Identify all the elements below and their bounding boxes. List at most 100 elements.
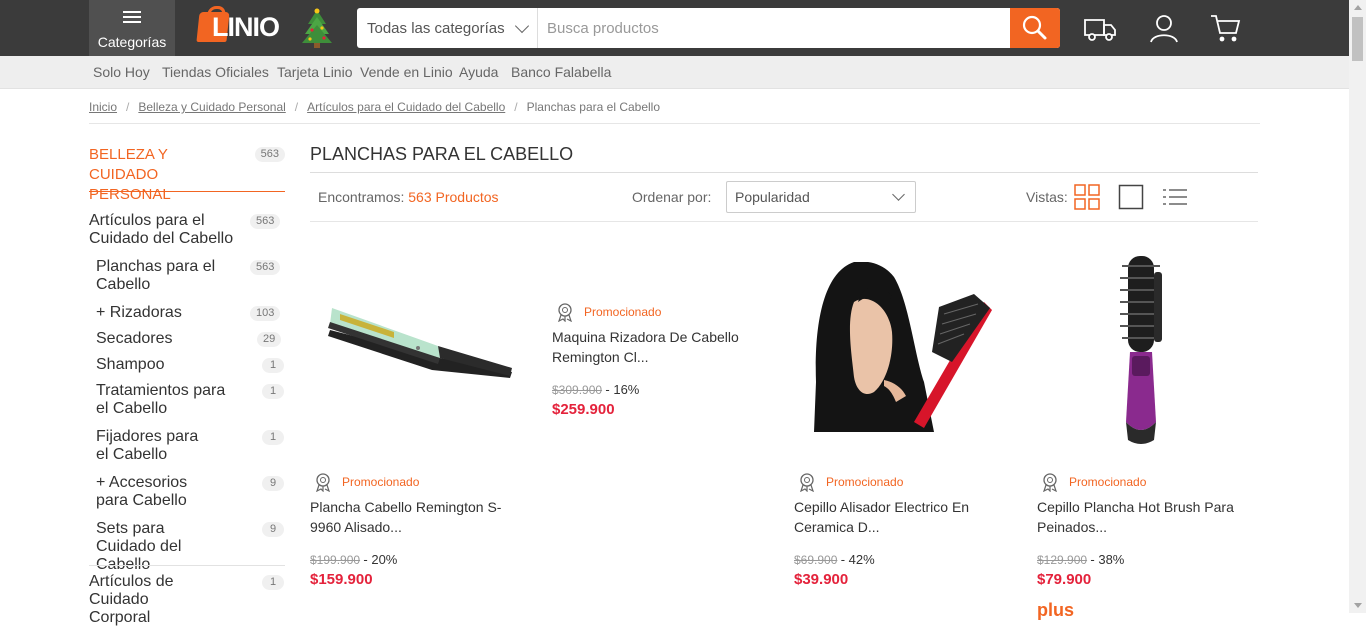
product-image-hair-straightener[interactable]: [322, 296, 518, 394]
sidebar-item-secadores[interactable]: Secadores: [96, 330, 236, 348]
medal-icon: [1043, 473, 1057, 492]
discount: - 38%: [1090, 552, 1125, 567]
count-badge: 1: [262, 358, 284, 373]
product-image-hot-brush[interactable]: [1110, 252, 1170, 446]
current-price: $39.900: [794, 571, 849, 588]
breadcrumb-current: Planchas para el Cabello: [526, 100, 661, 114]
logo-text: LINIO: [212, 12, 280, 42]
current-price: $259.900: [552, 401, 615, 418]
count-badge: 563: [254, 147, 285, 162]
current-price: $159.900: [310, 571, 373, 588]
search-button[interactable]: [1010, 8, 1060, 48]
count-badge: 29: [257, 332, 282, 347]
product-name[interactable]: Plancha Cabello Remington S-9960 Alisado…: [310, 497, 520, 537]
price-old-row: $129.900 - 38%: [1037, 552, 1124, 567]
cart-icon[interactable]: [1209, 12, 1243, 44]
results-number: 563 Productos: [408, 189, 499, 205]
nav-tiendas-oficiales[interactable]: Tiendas Oficiales: [162, 64, 269, 80]
list-view-icon[interactable]: [1161, 184, 1187, 210]
count-badge: 103: [250, 306, 281, 321]
count-badge: 1: [262, 575, 284, 590]
nav-solo-hoy[interactable]: Solo Hoy: [93, 64, 150, 80]
count-badge: 563: [250, 214, 281, 229]
results-count: Encontramos: 563 Productos: [318, 189, 499, 205]
count-badge: 1: [262, 430, 284, 445]
nav-tarjeta-linio[interactable]: Tarjeta Linio: [277, 64, 353, 80]
price-old-row: $309.900 - 16%: [552, 382, 639, 397]
divider: [310, 172, 1258, 173]
count-badge: 9: [262, 522, 284, 537]
results-prefix: Encontramos:: [318, 189, 405, 205]
count-badge: 1: [262, 384, 284, 399]
product-name[interactable]: Cepillo Plancha Hot Brush Para Peinados.…: [1037, 497, 1247, 537]
breadcrumb-belleza[interactable]: Belleza y Cuidado Personal: [138, 100, 285, 114]
sidebar-item-rizadoras[interactable]: + Rizadoras: [96, 304, 236, 322]
promoted-label: Promocionado: [826, 475, 904, 489]
count-badge: 9: [262, 476, 284, 491]
linio-logo[interactable]: LINIO: [196, 8, 292, 46]
scroll-down-arrow-icon[interactable]: [1354, 603, 1362, 608]
breadcrumb-cuidado-cabello[interactable]: Artículos para el Cuidado del Cabello: [307, 100, 505, 114]
secondary-nav: Solo Hoy Tiendas Oficiales Tarjeta Linio…: [0, 56, 1349, 89]
sidebar-item-fijadores[interactable]: Fijadores para el Cabello: [96, 428, 211, 464]
breadcrumb-separator: /: [126, 100, 130, 114]
nav-ayuda[interactable]: Ayuda: [459, 64, 498, 80]
top-header: Categorías LINIO Todas las categorías: [0, 0, 1349, 56]
search-icon: [1022, 15, 1047, 40]
views-label: Vistas:: [1026, 189, 1068, 205]
product-name[interactable]: Maquina Rizadora De Cabello Remington Cl…: [552, 327, 762, 367]
product-name[interactable]: Cepillo Alisador Electrico En Ceramica D…: [794, 497, 1004, 537]
divider: [310, 221, 1258, 222]
medal-icon: [316, 473, 330, 492]
category-select[interactable]: Todas las categorías: [357, 8, 538, 48]
categories-label: Categorías: [97, 34, 167, 50]
sidebar-item-shampoo[interactable]: Shampoo: [96, 356, 236, 374]
category-select-value: Todas las categorías: [367, 20, 505, 37]
sidebar-root-category[interactable]: BELLEZA Y CUIDADO PERSONAL 563: [89, 140, 285, 203]
discount: - 20%: [363, 552, 398, 567]
user-icon[interactable]: [1147, 12, 1181, 44]
promoted-label: Promocionado: [584, 305, 662, 319]
search-bar: Todas las categorías: [357, 8, 1060, 48]
old-price: $129.900: [1037, 553, 1088, 567]
old-price: $69.900: [794, 553, 838, 567]
single-view-icon[interactable]: [1118, 184, 1144, 210]
delivery-truck-icon[interactable]: [1083, 12, 1117, 44]
nav-banco-falabella[interactable]: Banco Falabella: [511, 64, 611, 80]
sidebar-root-label: BELLEZA Y CUIDADO PERSONAL: [89, 146, 171, 203]
grid-view-icon[interactable]: [1074, 184, 1100, 210]
hamburger-icon: [123, 11, 141, 23]
breadcrumb: Inicio / Belleza y Cuidado Personal / Artícu…: [89, 100, 660, 114]
page-title: PLANCHAS PARA EL CABELLO: [310, 144, 574, 164]
medal-icon: [800, 473, 814, 492]
discount: - 42%: [840, 552, 875, 567]
search-input[interactable]: [547, 8, 1007, 48]
promoted-label: Promocionado: [342, 475, 420, 489]
categories-button[interactable]: Categorías: [89, 0, 175, 56]
medal-icon: [558, 303, 572, 322]
sort-select-value: Popularidad: [735, 189, 810, 205]
sidebar-item-cuidado-cabello[interactable]: Artículos para el Cuidado del Cabello: [89, 212, 239, 248]
sidebar-item-cuidado-corporal[interactable]: Artículos de Cuidado Corporal: [89, 573, 209, 627]
divider: [89, 123, 1260, 124]
breadcrumb-separator: /: [514, 100, 518, 114]
category-sidebar: BELLEZA Y CUIDADO PERSONAL 563: [89, 140, 285, 203]
chevron-down-icon: [892, 188, 905, 201]
sidebar-item-accesorios[interactable]: + Accesorios para Cabello: [96, 474, 221, 510]
sort-select[interactable]: Popularidad: [726, 181, 916, 213]
nav-vende-en-linio[interactable]: Vende en Linio: [360, 64, 453, 80]
chevron-down-icon: [514, 18, 530, 34]
sidebar-item-tratamientos[interactable]: Tratamientos para el Cabello: [96, 382, 226, 418]
scroll-up-arrow-icon[interactable]: [1354, 5, 1362, 10]
breadcrumb-separator: /: [294, 100, 299, 114]
product-image-hair-brush[interactable]: [814, 262, 992, 432]
scrollbar-thumb[interactable]: [1352, 17, 1363, 61]
count-badge: 563: [250, 260, 281, 275]
breadcrumb-inicio[interactable]: Inicio: [89, 100, 117, 114]
divider: [89, 565, 285, 566]
sidebar-item-planchas[interactable]: Planchas para el Cabello: [96, 258, 226, 294]
vertical-scrollbar[interactable]: [1349, 0, 1366, 613]
discount: - 16%: [605, 382, 640, 397]
christmas-tree-icon: [302, 8, 332, 48]
current-price: $79.900: [1037, 571, 1092, 588]
